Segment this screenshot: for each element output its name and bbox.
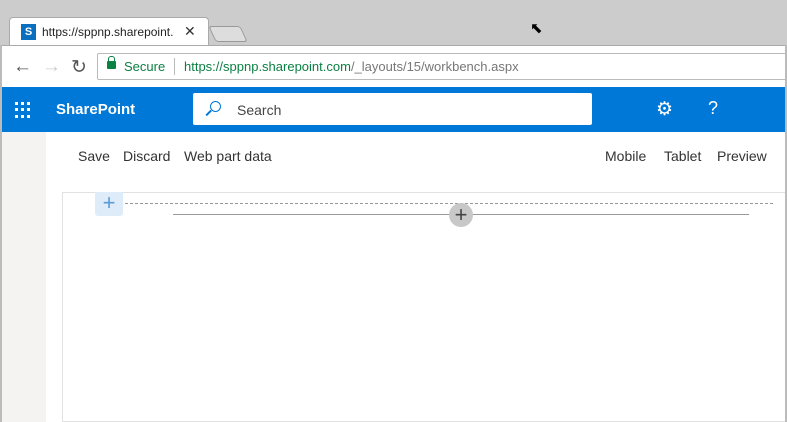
back-icon[interactable]: ← (13, 56, 32, 78)
lock-icon (107, 56, 116, 69)
tab-title: https://sppnp.sharepoint.com (42, 25, 174, 39)
forward-icon[interactable]: → (42, 56, 61, 78)
web-part-data-button[interactable]: Web part data (184, 148, 272, 164)
window-border (0, 45, 2, 422)
sharepoint-favicon-icon: S (21, 24, 36, 40)
secure-label: Secure (124, 59, 166, 74)
help-icon[interactable]: ? (708, 98, 718, 119)
search-placeholder: Search (237, 102, 282, 118)
add-section-button[interactable]: + (95, 192, 123, 216)
section-divider (125, 203, 773, 204)
left-panel (0, 132, 46, 422)
mobile-button[interactable]: Mobile (605, 148, 646, 164)
add-web-part-button[interactable]: + (449, 203, 473, 227)
preview-button[interactable]: Preview (717, 148, 767, 164)
url-text[interactable]: https://sppnp.sharepoint.com/_layouts/15… (184, 59, 519, 74)
url-host: https://sppnp.sharepoint.com (184, 59, 351, 74)
new-tab-button[interactable] (208, 26, 248, 42)
mouse-cursor-icon: ⬉ (530, 20, 543, 37)
reload-icon[interactable]: ↻ (71, 56, 87, 79)
workbench-canvas (62, 192, 786, 422)
divider (174, 58, 175, 75)
url-path: /_layouts/15/workbench.aspx (350, 59, 519, 74)
gear-icon[interactable]: ⚙ (656, 98, 673, 121)
search-icon (210, 101, 221, 112)
brand-title[interactable]: SharePoint (56, 101, 135, 118)
tablet-button[interactable]: Tablet (664, 148, 701, 164)
save-button[interactable]: Save (78, 148, 110, 164)
app-launcher-icon[interactable] (15, 102, 31, 118)
discard-button[interactable]: Discard (123, 148, 170, 164)
tab-close-icon[interactable]: ✕ (184, 23, 196, 40)
